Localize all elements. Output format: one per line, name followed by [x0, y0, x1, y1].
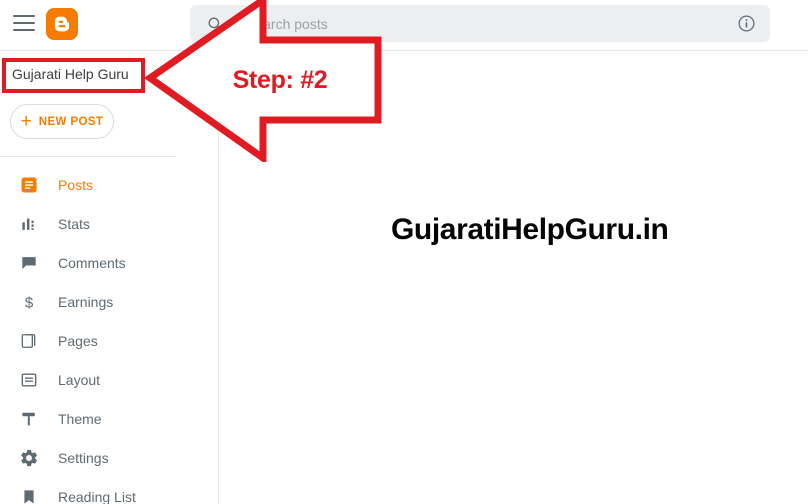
hamburger-bar: [13, 15, 35, 17]
search-bar[interactable]: Search posts: [190, 5, 770, 42]
sidebar-nav: Posts Stats Comments $ Earnings Pages La…: [0, 165, 219, 504]
sidebar-item-settings[interactable]: Settings: [0, 438, 219, 477]
sidebar-item-label: Pages: [58, 332, 98, 349]
main-content: GujaratiHelpGuru.in: [220, 51, 808, 504]
posts-icon: [18, 174, 40, 196]
sidebar-item-label: Stats: [58, 215, 90, 232]
dollar-sign-icon: $: [18, 291, 40, 313]
pages-stack-icon: [18, 330, 40, 352]
sidebar-item-stats[interactable]: Stats: [0, 204, 219, 243]
search-icon: [206, 15, 224, 33]
paint-roller-icon: [18, 408, 40, 430]
hamburger-bar: [13, 29, 35, 31]
bookmark-icon: [18, 486, 40, 504]
hamburger-bar: [13, 22, 35, 24]
comment-bubble-icon: [18, 252, 40, 274]
sidebar-item-label: Theme: [58, 410, 102, 427]
new-post-label: NEW POST: [38, 115, 104, 128]
top-header: Search posts: [0, 0, 808, 51]
blogger-logo-icon[interactable]: [46, 8, 78, 40]
blog-name-highlight-box: [2, 58, 145, 93]
sidebar-item-label: Settings: [58, 449, 109, 466]
sidebar-item-layout[interactable]: Layout: [0, 360, 219, 399]
bar-chart-icon: [18, 213, 40, 235]
sidebar-item-label: Layout: [58, 371, 101, 388]
sidebar-item-label: Comments: [58, 254, 126, 271]
blogger-dashboard: Search posts Gujarati Help Guru + NEW PO…: [0, 0, 808, 504]
sidebar-divider: [0, 156, 176, 157]
search-input[interactable]: Search posts: [246, 15, 328, 33]
sidebar-item-earnings[interactable]: $ Earnings: [0, 282, 219, 321]
svg-text:$: $: [25, 294, 34, 311]
hamburger-menu-icon[interactable]: [13, 15, 35, 31]
sidebar-item-label: Posts: [58, 176, 94, 193]
sidebar-item-comments[interactable]: Comments: [0, 243, 219, 282]
sidebar-item-posts[interactable]: Posts: [0, 165, 219, 204]
sidebar-item-label: Earnings: [58, 293, 114, 310]
sidebar-item-pages[interactable]: Pages: [0, 321, 219, 360]
layout-icon: [18, 369, 40, 391]
sidebar-item-theme[interactable]: Theme: [0, 399, 219, 438]
site-watermark: GujaratiHelpGuru.in: [391, 213, 669, 246]
sidebar-item-label: Reading List: [58, 488, 136, 504]
info-circle-icon[interactable]: [737, 14, 756, 33]
sidebar: Gujarati Help Guru + NEW POST Posts Stat…: [0, 51, 219, 504]
blog-name-selector[interactable]: Gujarati Help Guru: [0, 58, 145, 93]
new-post-button[interactable]: + NEW POST: [10, 104, 114, 139]
gear-icon: [18, 447, 40, 469]
plus-icon: +: [20, 111, 32, 132]
sidebar-item-reading-list[interactable]: Reading List: [0, 477, 219, 504]
